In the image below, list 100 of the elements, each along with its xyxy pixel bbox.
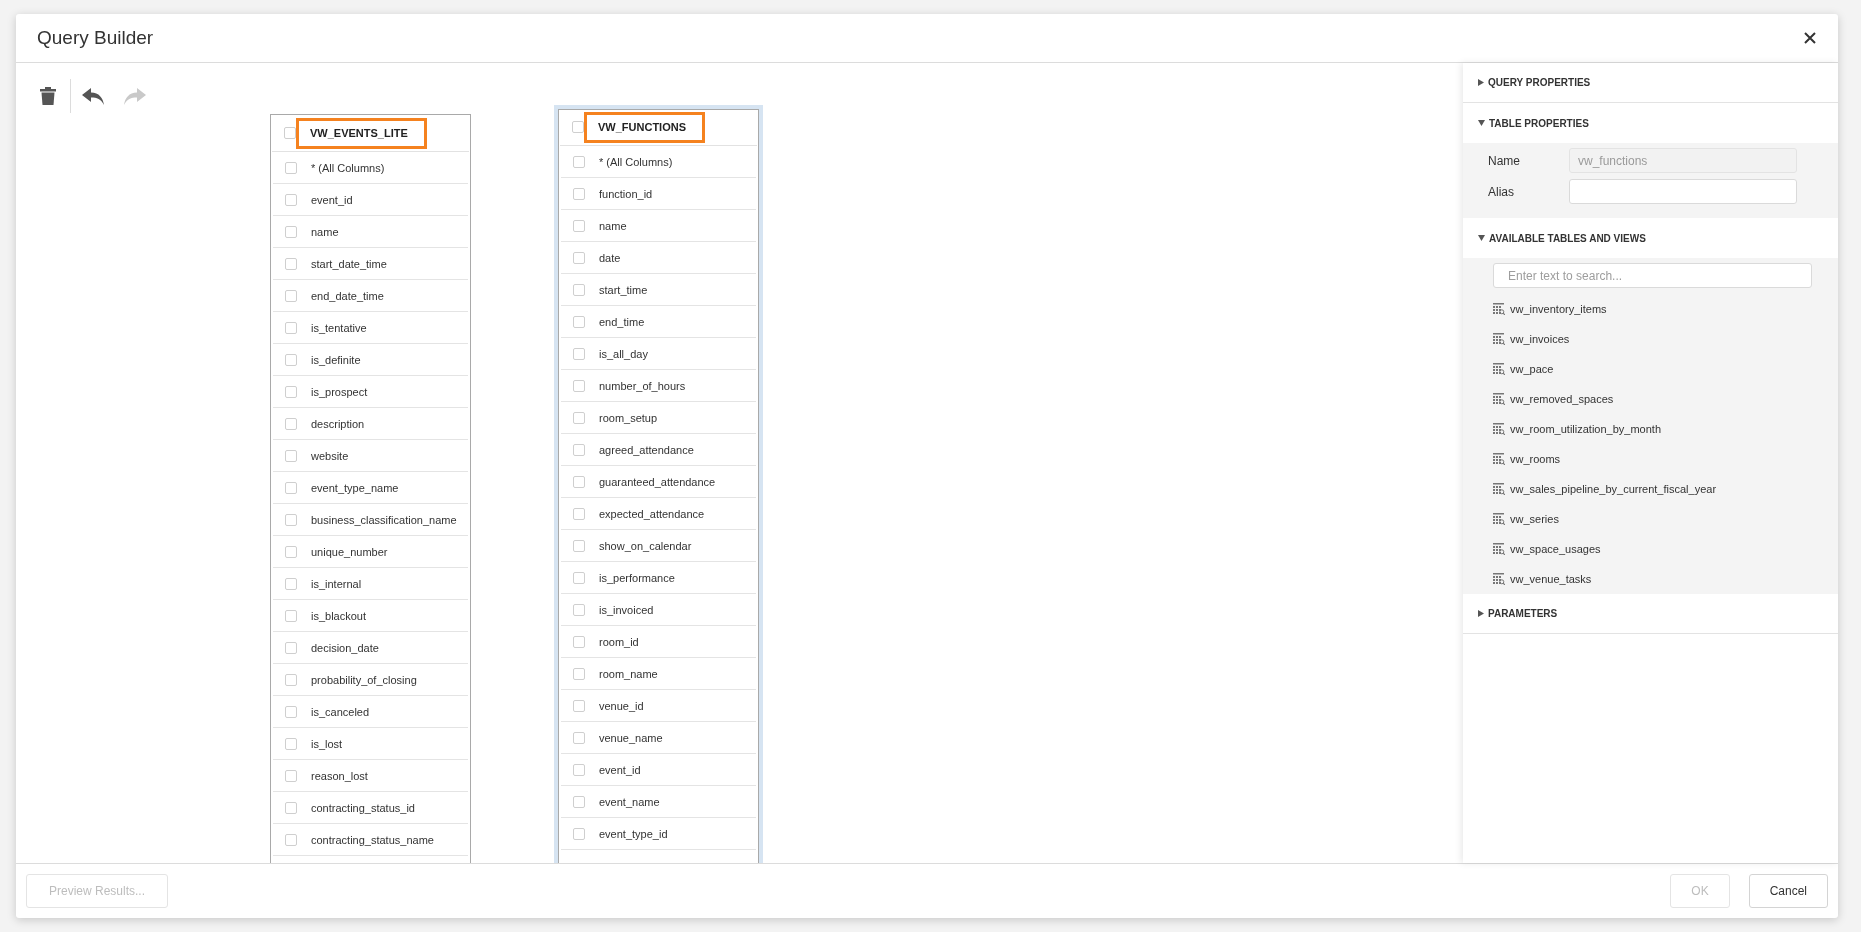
search-field[interactable]: Enter text to search... xyxy=(1493,263,1812,288)
checkbox[interactable] xyxy=(285,577,297,590)
table-list-item[interactable]: vw_pace xyxy=(1463,354,1838,384)
field-label: Alias xyxy=(1488,184,1515,199)
column-name: website xyxy=(311,449,349,462)
checkbox[interactable] xyxy=(285,321,297,334)
table-grid-icon xyxy=(1493,453,1505,465)
table-card[interactable] xyxy=(270,114,471,863)
checkbox[interactable] xyxy=(573,635,585,648)
checkbox[interactable] xyxy=(285,289,297,302)
checkbox[interactable] xyxy=(285,833,297,846)
table-list-item[interactable]: vw_inventory_items xyxy=(1463,294,1838,324)
column-name: decision_date xyxy=(311,641,379,654)
footer-button[interactable]: Cancel xyxy=(1748,874,1828,908)
column-name: event_type_name xyxy=(311,481,399,494)
redo-arrow-icon xyxy=(123,86,147,106)
checkbox[interactable] xyxy=(284,127,296,139)
checkbox[interactable] xyxy=(285,161,297,174)
checkbox[interactable] xyxy=(285,545,297,558)
table-title: VW_FUNCTIONS xyxy=(584,111,705,143)
undo-arrow-icon xyxy=(81,86,105,106)
column-name: is_internal xyxy=(311,577,362,590)
column-name: number_of_hours xyxy=(599,379,686,392)
column-name: event_id xyxy=(311,193,353,206)
table-grid-icon xyxy=(1493,543,1505,555)
checkbox[interactable] xyxy=(285,481,297,494)
section-header[interactable]: PARAMETERS xyxy=(1463,594,1838,634)
section-header[interactable]: TABLE PROPERTIES xyxy=(1463,103,1838,143)
table-list-item[interactable]: vw_venue_tasks xyxy=(1463,564,1838,594)
checkbox[interactable] xyxy=(285,609,297,622)
checkbox[interactable] xyxy=(285,385,297,398)
checkbox[interactable] xyxy=(285,705,297,718)
table-grid-icon xyxy=(1493,423,1505,435)
checkbox[interactable] xyxy=(573,379,585,392)
checkbox[interactable] xyxy=(285,673,297,686)
checkbox[interactable] xyxy=(573,155,585,168)
column-name: is_canceled xyxy=(311,705,370,718)
column-name: room_setup xyxy=(599,411,658,424)
table-list-item[interactable]: vw_space_usages xyxy=(1463,534,1838,564)
checkbox[interactable] xyxy=(285,801,297,814)
column-name: agreed_attendance xyxy=(599,443,694,456)
checkbox[interactable] xyxy=(285,193,297,206)
table-list-item[interactable]: vw_sales_pipeline_by_current_fiscal_year xyxy=(1463,474,1838,504)
checkbox[interactable] xyxy=(573,699,585,712)
column-name: contracting_status_name xyxy=(311,833,434,846)
checkbox[interactable] xyxy=(285,449,297,462)
checkbox[interactable] xyxy=(285,641,297,654)
column-name: expected_attendance xyxy=(599,507,705,520)
checkbox[interactable] xyxy=(573,731,585,744)
column-name: description xyxy=(311,417,365,430)
checkbox[interactable] xyxy=(572,121,584,133)
checkbox[interactable] xyxy=(285,257,297,270)
checkbox[interactable] xyxy=(285,353,297,366)
checkbox[interactable] xyxy=(285,737,297,750)
table-list-item[interactable]: vw_rooms xyxy=(1463,444,1838,474)
column-name: reason_lost xyxy=(311,769,368,782)
checkbox[interactable] xyxy=(573,667,585,680)
column-name: event_id xyxy=(599,763,641,776)
checkbox[interactable] xyxy=(573,507,585,520)
section-header[interactable]: AVAILABLE TABLES AND VIEWS xyxy=(1463,218,1838,258)
checkbox[interactable] xyxy=(573,827,585,840)
column-name: is_definite xyxy=(311,353,361,366)
column-name: business_classification_name xyxy=(311,513,457,526)
checkbox[interactable] xyxy=(285,513,297,526)
column-name: guaranteed_attendance xyxy=(599,475,716,488)
checkbox[interactable] xyxy=(573,603,585,616)
field-label: Name xyxy=(1488,153,1521,168)
checkbox[interactable] xyxy=(573,475,585,488)
column-name: start_time xyxy=(599,283,648,296)
checkbox[interactable] xyxy=(573,763,585,776)
table-list-item[interactable]: vw_invoices xyxy=(1463,324,1838,354)
table-list-item[interactable]: vw_series xyxy=(1463,504,1838,534)
checkbox[interactable] xyxy=(573,571,585,584)
checkbox[interactable] xyxy=(573,347,585,360)
checkbox[interactable] xyxy=(573,539,585,552)
column-name: * (All Columns) xyxy=(599,155,673,168)
column-name: room_name xyxy=(599,667,658,680)
text-field[interactable] xyxy=(1569,179,1797,204)
checkbox[interactable] xyxy=(573,315,585,328)
column-name: probability_of_closing xyxy=(311,673,417,686)
column-name: venue_name xyxy=(599,731,663,744)
checkbox[interactable] xyxy=(573,283,585,296)
close-icon xyxy=(1804,32,1816,44)
table-list-item[interactable]: vw_removed_spaces xyxy=(1463,384,1838,414)
checkbox[interactable] xyxy=(285,769,297,782)
checkbox[interactable] xyxy=(573,187,585,200)
table-grid-icon xyxy=(1493,333,1505,345)
checkbox[interactable] xyxy=(573,411,585,424)
checkbox[interactable] xyxy=(573,251,585,264)
table-grid-icon xyxy=(1493,303,1505,315)
checkbox[interactable] xyxy=(573,795,585,808)
checkbox[interactable] xyxy=(573,219,585,232)
table-grid-icon xyxy=(1493,363,1505,375)
checkbox[interactable] xyxy=(285,417,297,430)
checkbox[interactable] xyxy=(573,443,585,456)
section-header[interactable]: QUERY PROPERTIES xyxy=(1463,63,1838,103)
checkbox[interactable] xyxy=(285,225,297,238)
table-list-item[interactable]: vw_room_utilization_by_month xyxy=(1463,414,1838,444)
column-name: contracting_status_id xyxy=(311,801,415,814)
column-name: event_type_id xyxy=(599,827,668,840)
